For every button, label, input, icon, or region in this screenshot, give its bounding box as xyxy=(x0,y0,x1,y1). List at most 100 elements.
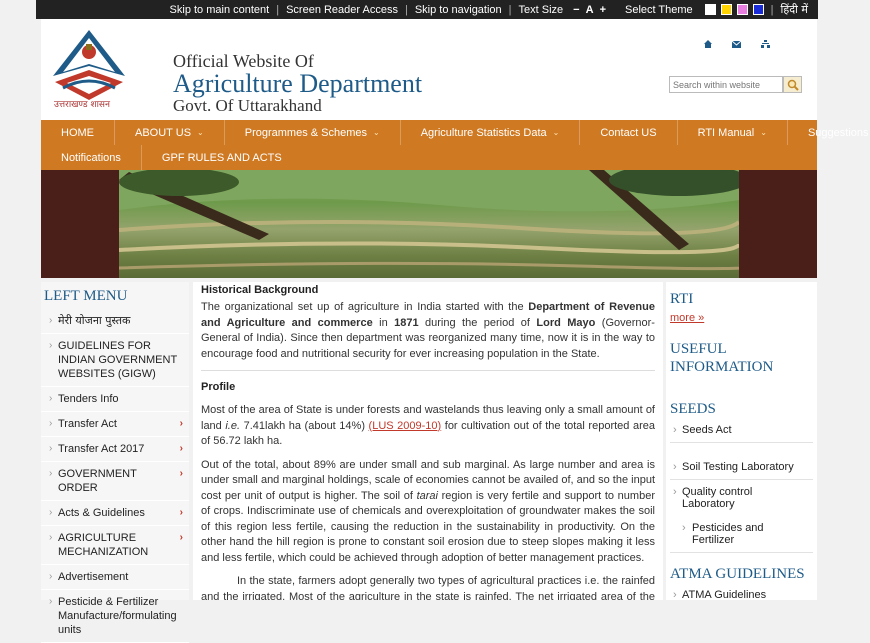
section-heading: Profile xyxy=(201,381,236,393)
chevron-right-icon: › xyxy=(179,468,183,479)
sitemap-icon[interactable] xyxy=(761,40,770,50)
nav-label: Agriculture Statistics Data xyxy=(420,126,547,139)
home-icon[interactable] xyxy=(704,40,712,50)
text: The organizational set up of agriculture… xyxy=(201,301,529,313)
menu-label: मेरी योजना पुस्तक xyxy=(58,314,131,327)
menu-label: Acts & Guidelines xyxy=(58,507,145,519)
text: 7.41lakh ha (about 14%) xyxy=(240,419,369,432)
paragraph: Out of the total, about 89% are under sm… xyxy=(201,458,655,567)
chevron-down-icon: ⌄ xyxy=(760,128,767,137)
terrace-farm-image xyxy=(119,170,739,278)
left-menu-item[interactable]: Transfer Act › xyxy=(41,412,189,437)
menu-label: Transfer Act xyxy=(58,418,117,430)
left-menu-item[interactable]: Tenders Info xyxy=(41,387,189,412)
nav-label: HOME xyxy=(61,126,94,139)
nav-label: Contact US xyxy=(600,126,657,139)
site-header: उत्तराखण्ड शासन Official Website Of Agri… xyxy=(41,19,817,120)
nav-rti-manual[interactable]: RTI Manual ⌄ xyxy=(678,120,788,145)
nav-label: ABOUT US xyxy=(135,126,192,139)
search-input[interactable] xyxy=(669,76,783,93)
divider xyxy=(201,370,655,371)
skip-nav-link[interactable]: Skip to navigation xyxy=(408,4,509,16)
nav-label: Notifications xyxy=(61,151,121,164)
theme-yellow-button[interactable] xyxy=(720,4,732,15)
text-normal-button[interactable]: A xyxy=(583,4,597,16)
site-org: Govt. Of Uttarakhand xyxy=(173,96,322,115)
paragraph: Most of the area of State is under fores… xyxy=(201,403,655,450)
nav-contact[interactable]: Contact US xyxy=(580,120,678,145)
accessibility-bar: Skip to main content | Screen Reader Acc… xyxy=(36,0,818,19)
nav-programmes[interactable]: Programmes & Schemes ⌄ xyxy=(225,120,401,145)
chevron-right-icon: › xyxy=(179,507,183,518)
chevron-down-icon: ⌄ xyxy=(373,128,380,137)
chevron-down-icon: ⌄ xyxy=(552,128,560,137)
paragraph: The organizational set up of agriculture… xyxy=(201,300,655,362)
nav-agri-stats[interactable]: Agriculture Statistics Data ⌄ xyxy=(401,120,581,145)
text-italic: i.e. xyxy=(225,419,241,432)
text-increase-button[interactable]: + xyxy=(597,4,609,16)
lus-link[interactable]: (LUS 2009-10) xyxy=(369,420,442,432)
menu-label: GUIDELINES FOR INDIAN GOVERNMENT WEBSITE… xyxy=(58,340,177,380)
left-menu-item[interactable]: AGRICULTURE MECHANIZATION › xyxy=(41,526,189,565)
mail-icon[interactable] xyxy=(731,40,742,50)
seeds-act-link[interactable]: Seeds Act xyxy=(670,418,813,443)
menu-label: Transfer Act 2017 xyxy=(58,443,145,455)
pesticides-link[interactable]: Pesticides and Fertilizer xyxy=(670,516,813,553)
left-menu-item[interactable]: Acts & Guidelines › xyxy=(41,501,189,526)
useful-info-heading: USEFUL INFORMATION xyxy=(670,341,774,375)
left-menu-item[interactable]: मेरी योजना पुस्तक xyxy=(41,309,189,334)
screen-reader-link[interactable]: Screen Reader Access xyxy=(279,4,405,16)
text-bold: 1871 xyxy=(394,316,419,329)
text-decrease-button[interactable]: − xyxy=(570,4,582,16)
site-search xyxy=(669,76,802,93)
left-menu-item[interactable]: GUIDELINES FOR INDIAN GOVERNMENT WEBSITE… xyxy=(41,334,189,387)
nav-suggestions[interactable]: Suggestions xyxy=(788,120,870,145)
rti-more-link[interactable]: more » xyxy=(670,312,813,324)
left-menu: LEFT MENU मेरी योजना पुस्तक GUIDELINES F… xyxy=(41,282,189,643)
chevron-right-icon: › xyxy=(179,418,183,429)
text-bold: Lord Mayo xyxy=(536,316,596,329)
nav-label: RTI Manual xyxy=(697,126,755,139)
quality-control-link[interactable]: Quality control Laboratory xyxy=(670,480,813,516)
site-title: Agriculture Department xyxy=(173,69,423,98)
nav-label: Programmes & Schemes xyxy=(244,126,367,139)
text-size-label: Text Size xyxy=(518,3,564,16)
text-italic: tarai xyxy=(416,489,438,502)
chevron-right-icon: › xyxy=(179,532,183,543)
nav-about-us[interactable]: ABOUT US ⌄ xyxy=(115,120,225,145)
menu-label: GOVERNMENT ORDER xyxy=(58,468,137,494)
select-theme-label: Select Theme xyxy=(625,3,693,16)
theme-pink-button[interactable] xyxy=(736,4,748,15)
divider: | xyxy=(770,3,774,16)
menu-label: Pesticide & Fertilizer Manufacture/formu… xyxy=(58,596,177,636)
search-button[interactable] xyxy=(783,76,802,93)
atma-heading: ATMA GUIDELINES xyxy=(670,566,805,582)
nav-notifications[interactable]: Notifications xyxy=(41,145,142,170)
text: during the period of xyxy=(418,316,537,329)
left-menu-item[interactable]: Advertisement xyxy=(41,565,189,590)
paragraph: In the state, farmers adopt generally tw… xyxy=(201,575,655,600)
right-sidebar: RTI more » USEFUL INFORMATION SEEDS Seed… xyxy=(666,282,817,600)
logo-caption: उत्तराखण्ड शासन xyxy=(54,100,111,110)
rti-heading: RTI xyxy=(670,291,694,307)
left-menu-item[interactable]: Transfer Act 2017 › xyxy=(41,437,189,462)
skip-main-link[interactable]: Skip to main content xyxy=(163,4,277,16)
atma-guidelines-link[interactable]: ATMA Guidelines xyxy=(670,583,813,600)
main-navigation: HOME ABOUT US ⌄ Programmes & Schemes ⌄ Agr… xyxy=(41,120,869,170)
nav-gpf-rules[interactable]: GPF RULES AND ACTS xyxy=(142,145,302,170)
seeds-heading: SEEDS xyxy=(670,401,716,417)
theme-white-button[interactable] xyxy=(704,4,716,15)
chevron-down-icon: ⌄ xyxy=(197,128,204,137)
nav-home[interactable]: HOME xyxy=(41,120,115,145)
text: in xyxy=(372,316,395,329)
left-menu-item[interactable]: GOVERNMENT ORDER › xyxy=(41,462,189,501)
menu-label: AGRICULTURE MECHANIZATION xyxy=(58,532,149,558)
soil-testing-link[interactable]: Soil Testing Laboratory xyxy=(670,455,813,480)
header-icons xyxy=(704,40,770,50)
theme-blue-button[interactable] xyxy=(752,4,764,15)
left-menu-title: LEFT MENU xyxy=(44,288,128,304)
hindi-language-link[interactable]: हिंदी में xyxy=(781,2,808,17)
section-heading: Historical Background xyxy=(201,284,319,296)
left-menu-item[interactable]: Pesticide & Fertilizer Manufacture/formu… xyxy=(41,590,189,643)
